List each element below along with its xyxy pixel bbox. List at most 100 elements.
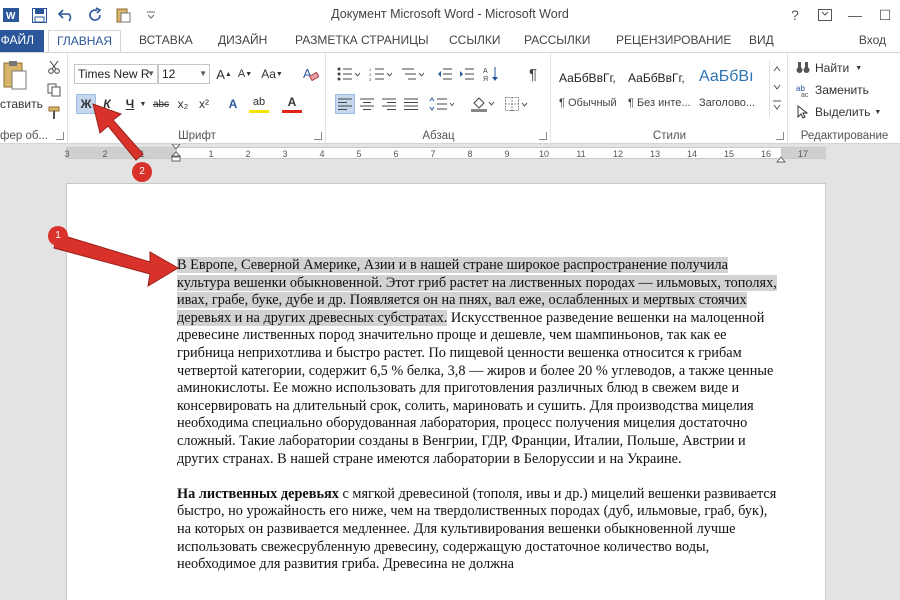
paragraph-1[interactable]: В Европе, Северной Америке, Азии и в наш… (177, 257, 782, 468)
indent-marker-icon[interactable] (170, 143, 182, 165)
bullets-icon[interactable] (335, 64, 363, 84)
svg-text:A: A (483, 68, 488, 75)
align-right-icon[interactable] (379, 94, 399, 114)
ribbon-display-options-button[interactable] (810, 0, 840, 30)
multilevel-list-icon[interactable] (399, 64, 427, 84)
italic-button[interactable]: К (97, 94, 117, 114)
ruler-left-margin (67, 148, 177, 158)
clipboard-launcher-icon[interactable] (56, 132, 64, 140)
copy-icon[interactable] (44, 80, 64, 100)
paragraph-label: Абзац (422, 130, 455, 142)
clear-formatting-icon[interactable]: A (301, 64, 321, 84)
paste-icon[interactable] (2, 59, 28, 94)
borders-icon[interactable] (503, 94, 531, 114)
ribbon-tabs: ФАЙЛ ГЛАВНАЯ ВСТАВКА ДИЗАЙН РАЗМЕТКА СТР… (0, 30, 900, 53)
font-size-combo[interactable]: 12 ▼ (158, 64, 210, 84)
chevron-down-icon: ▼ (199, 69, 207, 78)
style-no-spacing[interactable]: АаБбВвГг, ¶ Без инте... (628, 63, 696, 113)
shrink-font-button[interactable]: A ▼ (235, 64, 255, 84)
help-button[interactable]: ? (780, 0, 810, 30)
align-left-icon[interactable] (335, 94, 355, 114)
style-heading[interactable]: АаБбВı Заголово... (699, 63, 767, 113)
subscript-button[interactable]: x₂ (173, 94, 193, 114)
tab-view[interactable]: ВИД (749, 30, 774, 52)
tab-insert[interactable]: ВСТАВКА (139, 30, 193, 52)
decrease-indent-icon[interactable] (435, 64, 455, 84)
find-label: Найти (815, 61, 850, 75)
paragraph-group: 123 AЯ ¶ Абзац (327, 53, 551, 144)
document-body[interactable]: В Европе, Северной Америке, Азии и в наш… (177, 257, 782, 591)
tab-mailings[interactable]: РАССЫЛКИ (524, 30, 590, 52)
highlight-button[interactable]: ab (249, 94, 269, 113)
window-controls: ? — ☐ (780, 0, 900, 30)
style-normal[interactable]: АаБбВвГг, ¶ Обычный (559, 63, 627, 113)
font-name-combo[interactable]: Times New R ▼ (74, 64, 158, 84)
paragraph-2[interactable]: На лиственных деревьях с мягкой древесин… (177, 486, 782, 574)
svg-text:ac: ac (801, 92, 809, 97)
underline-dropdown-icon[interactable]: ▼ (138, 94, 148, 114)
ruler-tick-label: 11 (576, 149, 586, 159)
document-page[interactable]: В Европе, Северной Америке, Азии и в наш… (66, 183, 826, 600)
font-name-value: Times New R (78, 67, 150, 81)
text-effects-button[interactable]: A (223, 94, 243, 114)
styles-gallery-scroll[interactable] (769, 61, 783, 117)
annotation-badge-1: 1 (48, 226, 68, 246)
show-formatting-marks-button[interactable]: ¶ (523, 64, 543, 84)
ruler-tick-label: 16 (760, 149, 771, 159)
style-name: Заголово... (699, 97, 756, 109)
numbering-icon[interactable]: 123 (367, 64, 395, 84)
change-case-icon: Aa (261, 67, 276, 81)
ruler-tick-label: 3 (64, 149, 70, 159)
ruler-tick-label: 2 (245, 149, 251, 159)
font-group: Times New R ▼ 12 ▼ A ▲ A ▼ Aa ▼ A Ж К Ч ▼ abc… (69, 53, 326, 144)
styles-launcher-icon[interactable] (776, 132, 784, 140)
tab-page-layout[interactable]: РАЗМЕТКА СТРАНИЦЫ (295, 30, 429, 52)
replace-button[interactable]: ab ac Заменить (796, 80, 869, 100)
ruler-tick-label: 10 (538, 149, 549, 159)
change-case-button[interactable]: Aa ▼ (259, 64, 285, 84)
strikethrough-button[interactable]: abc (151, 94, 171, 114)
superscript-button[interactable]: x² (194, 94, 214, 114)
underline-button[interactable]: Ч (120, 94, 140, 114)
restore-button[interactable]: ☐ (870, 0, 900, 30)
line-spacing-icon[interactable] (427, 94, 457, 114)
tab-review[interactable]: РЕЦЕНЗИРОВАНИЕ (616, 30, 731, 52)
font-launcher-icon[interactable] (314, 132, 322, 140)
align-center-icon[interactable] (357, 94, 377, 114)
cursor-icon (797, 105, 809, 119)
find-button[interactable]: Найти ▼ (796, 58, 862, 78)
font-size-value: 12 (162, 67, 176, 81)
editing-label: Редактирование (800, 130, 889, 142)
tab-design[interactable]: ДИЗАЙН (218, 30, 267, 52)
sort-icon[interactable]: AЯ (481, 64, 501, 84)
ruler-tick-label: 15 (723, 149, 734, 159)
tab-references[interactable]: ССЫЛКИ (449, 30, 500, 52)
bold-button[interactable]: Ж (76, 94, 96, 114)
paragraph-launcher-icon[interactable] (539, 132, 547, 140)
tab-home[interactable]: ГЛАВНАЯ (48, 30, 122, 53)
tab-file[interactable]: ФАЙЛ (0, 30, 44, 52)
select-label: Выделить (815, 105, 871, 119)
sign-in-link[interactable]: Вход (859, 30, 886, 51)
right-indent-marker-icon[interactable] (775, 152, 787, 166)
font-color-button[interactable]: A (282, 94, 302, 113)
clipboard-group: ставить фер об... (0, 53, 68, 144)
ruler-tick-label: 12 (612, 149, 623, 159)
grow-font-button[interactable]: A ▲ (214, 64, 234, 84)
cut-icon[interactable] (44, 57, 64, 77)
replace-icon: abac (796, 84, 809, 97)
replace-label: Заменить (815, 83, 869, 97)
select-button[interactable]: Выделить ▼ (796, 102, 881, 122)
justify-icon[interactable] (401, 94, 421, 114)
ruler-tick-label: 6 (393, 149, 399, 159)
svg-text:3: 3 (369, 77, 372, 81)
horizontal-ruler[interactable]: 3 2 1 1 2 3 4 5 6 7 8 9 10 11 12 13 14 1… (0, 143, 900, 165)
format-painter-icon[interactable] (44, 103, 64, 123)
minimize-button[interactable]: — (840, 0, 870, 30)
paste-button[interactable]: ставить (0, 97, 43, 111)
shading-icon[interactable] (469, 94, 497, 114)
ruler-tick-label: 17 (797, 149, 808, 159)
increase-indent-icon[interactable] (457, 64, 477, 84)
style-preview: АаБбВвГг, (628, 71, 685, 85)
ruler-tick-label: 7 (430, 149, 436, 159)
